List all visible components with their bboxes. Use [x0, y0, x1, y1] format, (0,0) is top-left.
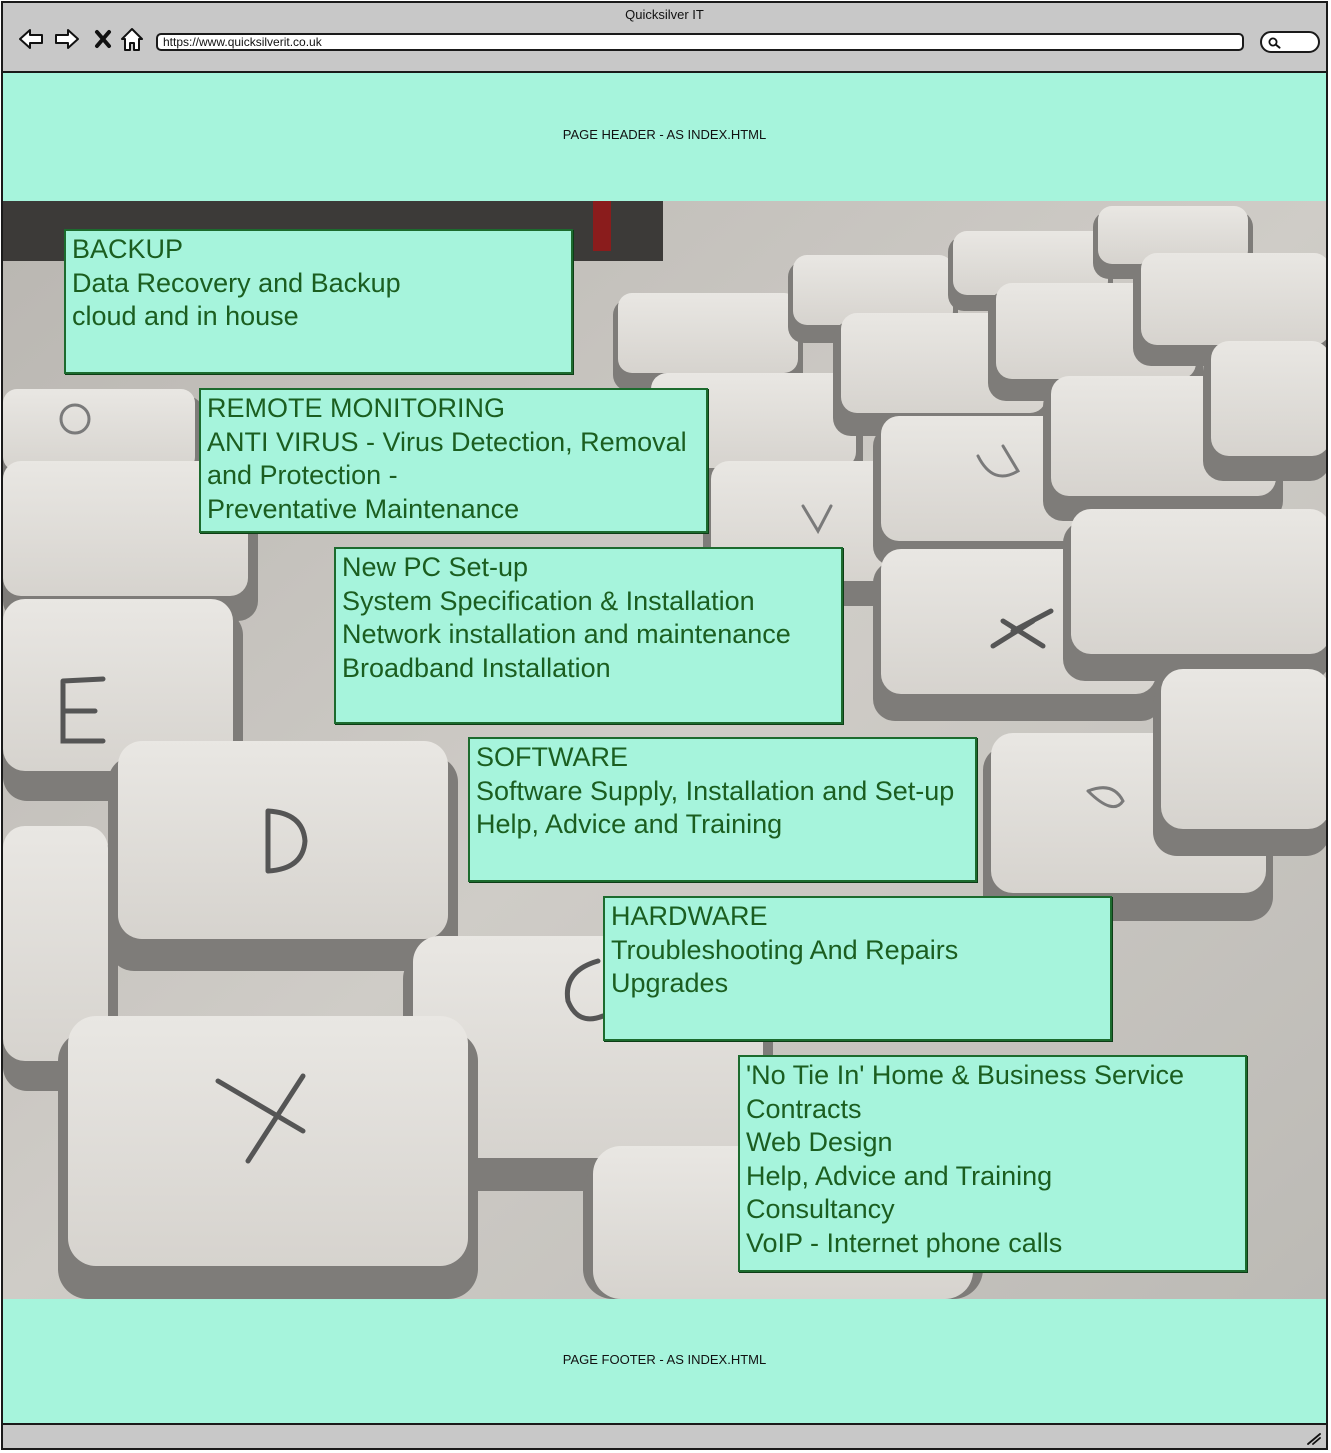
- card-line: Troubleshooting And Repairs: [611, 934, 959, 965]
- card-line: cloud and in house: [72, 301, 299, 331]
- card-line: Consultancy: [746, 1194, 895, 1224]
- forward-arrow-icon[interactable]: [53, 25, 81, 53]
- page-footer-text: PAGE FOOTER - AS INDEX.HTML: [562, 1352, 767, 1367]
- service-card-backup[interactable]: BACKUP Data Recovery and Backup cloud an…: [64, 229, 573, 374]
- service-card-contracts[interactable]: 'No Tie In' Home & Business Service Cont…: [738, 1055, 1247, 1272]
- card-line: Help, Advice and Training: [476, 809, 783, 839]
- card-line: Upgrades: [611, 968, 729, 998]
- browser-window: Quicksilver IT https://www.quicksilverit…: [1, 1, 1328, 1450]
- service-card-new-pc-setup[interactable]: New PC Set-up System Specification & Ins…: [334, 547, 843, 724]
- status-bar: [3, 1423, 1326, 1448]
- address-bar[interactable]: https://www.quicksilverit.co.uk: [156, 33, 1244, 51]
- page-header: PAGE HEADER - AS INDEX.HTML: [3, 73, 1326, 201]
- search-field[interactable]: [1260, 31, 1320, 53]
- card-heading: REMOTE MONITORING: [207, 393, 506, 423]
- card-line: Contracts: [746, 1093, 862, 1124]
- resize-grip-icon[interactable]: [1306, 1431, 1322, 1445]
- card-heading: New PC Set-up: [342, 552, 529, 582]
- card-line: Help, Advice and Training: [746, 1160, 1053, 1191]
- home-icon[interactable]: [118, 25, 146, 53]
- service-card-hardware[interactable]: HARDWARE Troubleshooting And Repairs Upg…: [603, 896, 1112, 1041]
- card-line: Preventative Maintenance: [207, 493, 520, 524]
- card-line: ANTI VIRUS - Virus Detection, Removal: [207, 426, 687, 457]
- browser-chrome: Quicksilver IT https://www.quicksilverit…: [3, 3, 1326, 73]
- service-card-software[interactable]: SOFTWARE Software Supply, Installation a…: [468, 737, 977, 882]
- back-arrow-icon[interactable]: [17, 25, 45, 53]
- card-line: Web Design: [746, 1127, 893, 1157]
- card-line: Broadband Installation: [342, 652, 611, 683]
- card-line: VoIP - Internet phone calls: [746, 1227, 1063, 1258]
- card-heading: SOFTWARE: [476, 742, 628, 772]
- card-heading: BACKUP: [72, 234, 184, 264]
- service-card-remote-monitoring[interactable]: REMOTE MONITORING ANTI VIRUS - Virus Det…: [199, 388, 708, 533]
- card-line: Data Recovery and Backup: [72, 267, 401, 298]
- page-footer: PAGE FOOTER - AS INDEX.HTML: [3, 1299, 1326, 1425]
- card-line: Network installation and maintenance: [342, 619, 791, 649]
- stop-icon[interactable]: [89, 25, 117, 53]
- card-heading: HARDWARE: [611, 901, 768, 931]
- page-header-text: PAGE HEADER - AS INDEX.HTML: [562, 127, 767, 142]
- window-title: Quicksilver IT: [625, 7, 704, 22]
- card-line: and Protection -: [207, 460, 398, 490]
- card-line: System Specification & Installation: [342, 585, 755, 616]
- card-heading: 'No Tie In' Home & Business Service: [746, 1060, 1184, 1090]
- card-line: Software Supply, Installation and Set-up: [476, 775, 955, 806]
- search-icon: [1268, 37, 1281, 49]
